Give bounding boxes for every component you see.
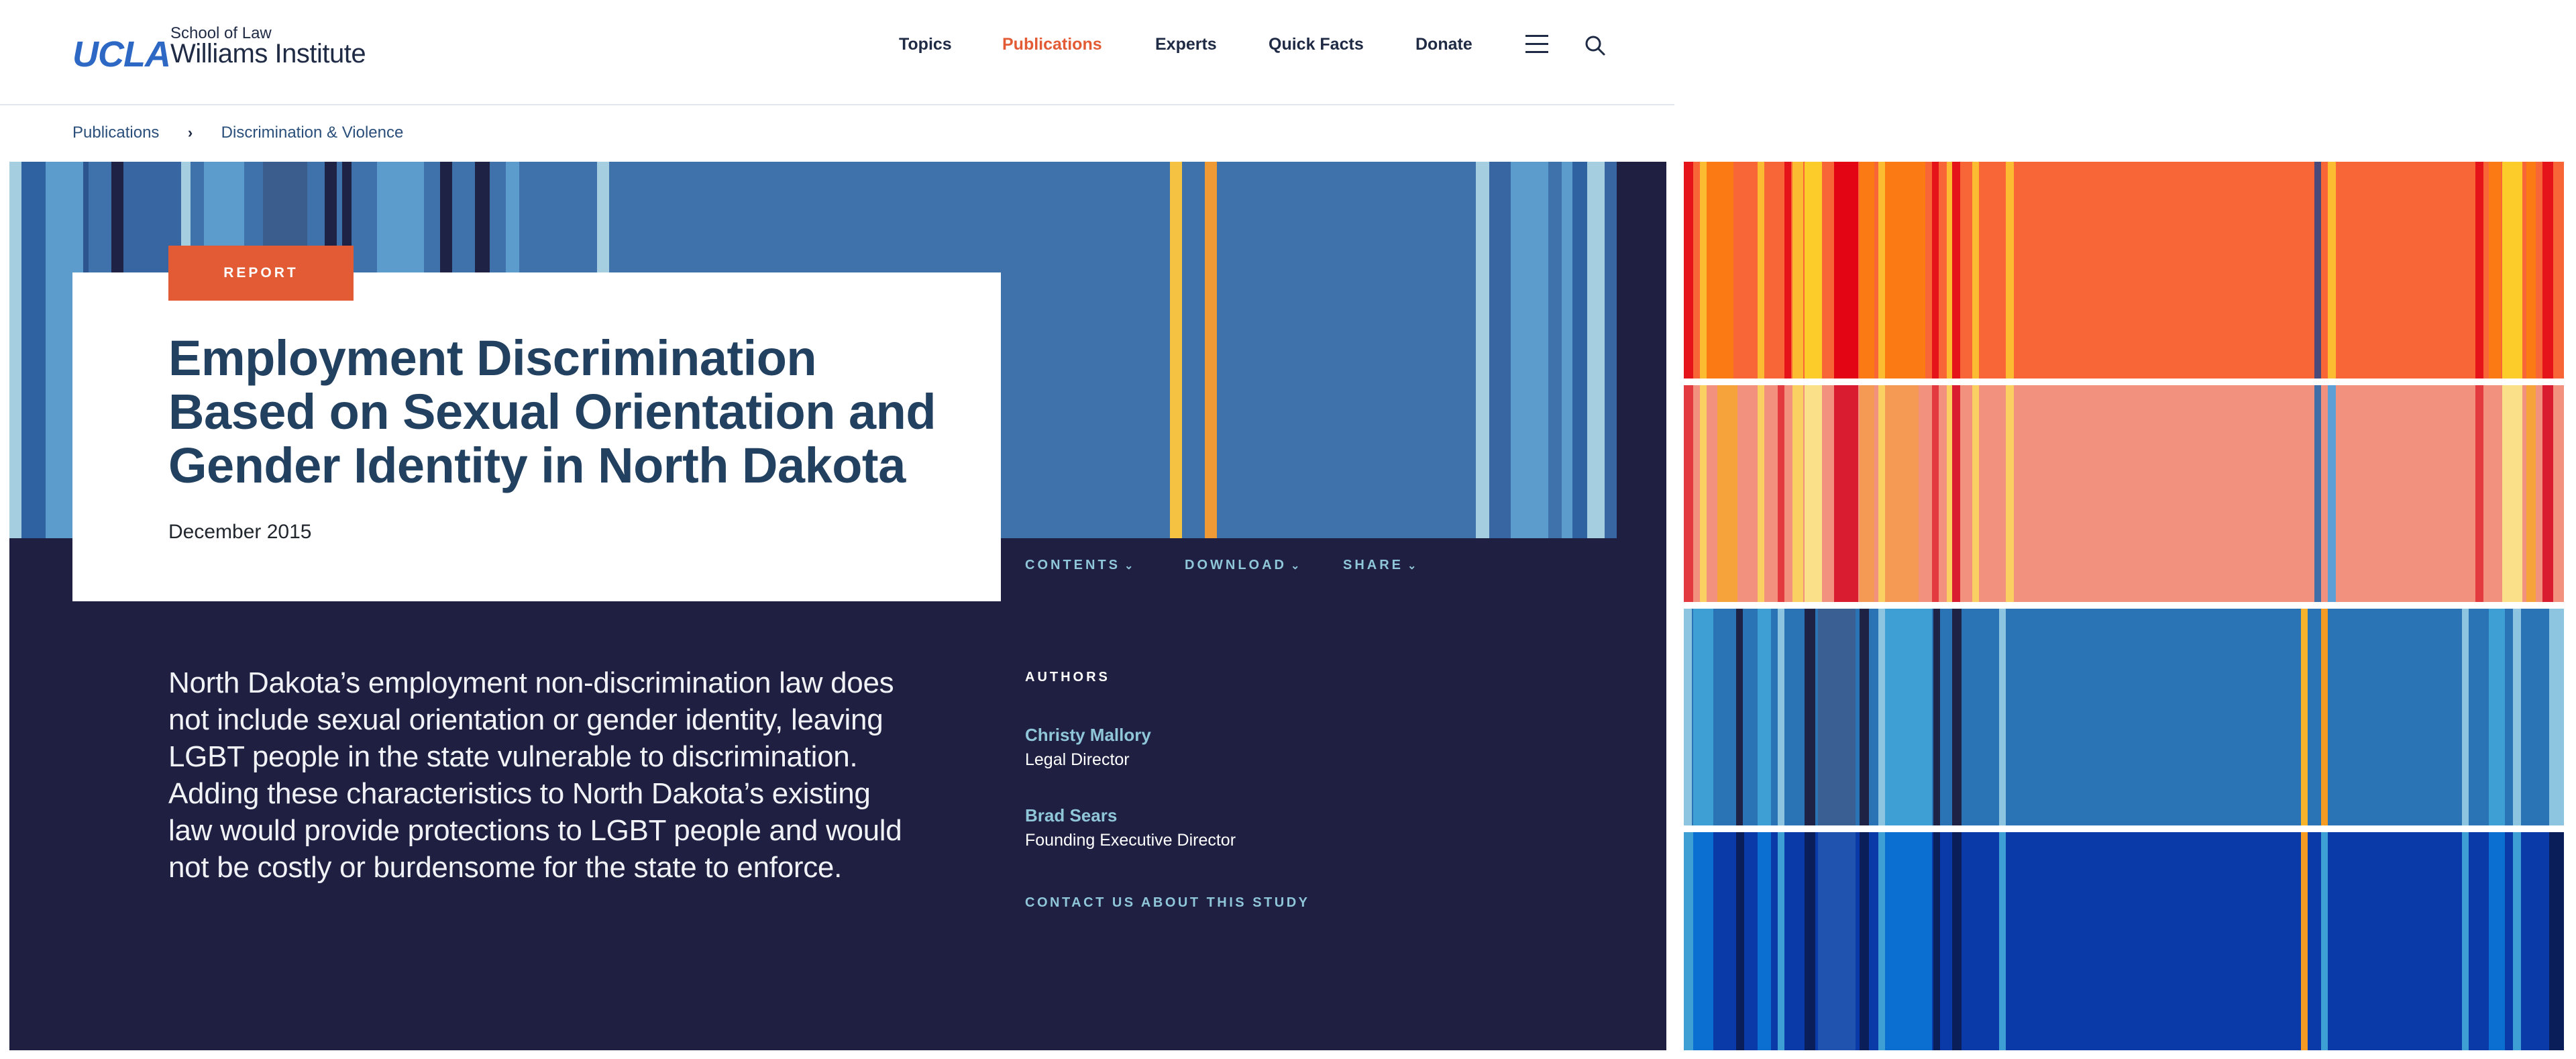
breadcrumb-discrimination-violence[interactable]: Discrimination & Violence <box>221 123 404 142</box>
author-role: Legal Director <box>1025 750 1130 769</box>
breadcrumb-separator-icon: › <box>187 124 193 141</box>
report-summary: North Dakota’s employment non-discrimina… <box>168 666 902 884</box>
author-role: Founding Executive Director <box>1025 831 1236 850</box>
hamburger-icon[interactable] <box>1525 34 1550 55</box>
nav-topics[interactable]: Topics <box>899 35 952 54</box>
logo-institute-text: Williams Institute <box>170 39 366 68</box>
chevron-down-icon: ⌄ <box>1124 560 1134 572</box>
author-name-link[interactable]: Brad Sears <box>1025 805 1117 826</box>
share-label: SHARE <box>1343 558 1404 572</box>
stripes-panel-blue <box>1684 609 2564 825</box>
logo-ucla-text: UCLA <box>72 34 171 74</box>
search-icon[interactable] <box>1585 35 1606 56</box>
site-header: UCLA School of Law Williams Institute To… <box>0 0 1674 105</box>
page-title: Employment Discrimination Based on Sexua… <box>168 330 936 493</box>
contents-label: CONTENTS <box>1025 558 1120 572</box>
hero-dark-edge <box>1617 162 1666 538</box>
publication-date: December 2015 <box>168 521 312 543</box>
chevron-down-icon: ⌄ <box>1290 560 1300 572</box>
breadcrumb: Publications › Discrimination & Violence <box>72 123 403 145</box>
stripes-panel-deep-blue <box>1684 832 2564 1050</box>
authors-heading: AUTHORS <box>1025 670 1110 685</box>
breadcrumb-publications[interactable]: Publications <box>72 123 159 142</box>
contact-study-link[interactable]: CONTACT US ABOUT THIS STUDY <box>1025 895 1310 911</box>
share-dropdown[interactable]: SHARE ⌄ <box>1343 558 1416 573</box>
report-badge: REPORT <box>168 246 354 301</box>
contents-dropdown[interactable]: CONTENTS ⌄ <box>1025 558 1133 573</box>
download-label: DOWNLOAD <box>1185 558 1287 572</box>
stripes-panel-red-orange <box>1684 162 2564 379</box>
nav-publications[interactable]: Publications <box>1002 35 1102 54</box>
chevron-down-icon: ⌄ <box>1407 560 1417 572</box>
nav-quick-facts[interactable]: Quick Facts <box>1269 35 1364 54</box>
download-dropdown[interactable]: DOWNLOAD ⌄ <box>1185 558 1299 573</box>
author-name-link[interactable]: Christy Mallory <box>1025 725 1151 746</box>
nav-donate[interactable]: Donate <box>1415 35 1472 54</box>
nav-experts[interactable]: Experts <box>1155 35 1217 54</box>
stripes-panel-salmon <box>1684 385 2564 602</box>
